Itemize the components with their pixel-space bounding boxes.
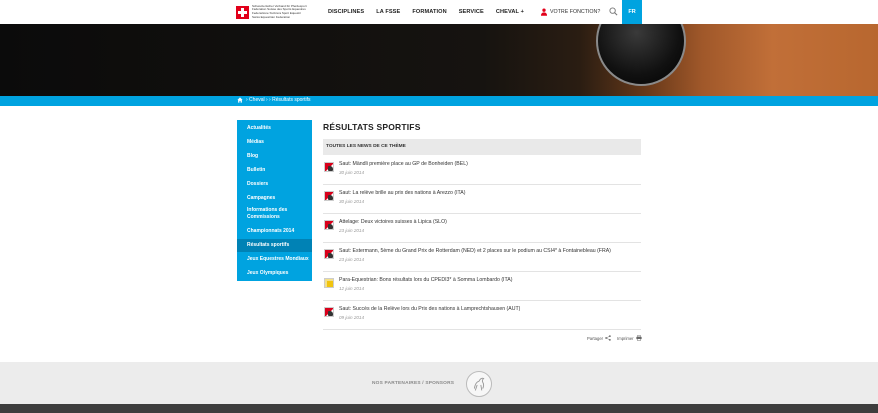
saut-icon — [324, 162, 334, 172]
partners-label: NOS PARTENAIRES / SPONSORS — [372, 381, 455, 386]
votre-fonction-label: VOTRE FONCTION? — [550, 9, 601, 15]
section-title: TOUTES LES NEWS DE CE THÈME — [326, 144, 406, 149]
news-date: 09 juin 2014 — [339, 315, 365, 320]
news-title[interactable]: Para-Equestrian: Bons résultats lors du … — [339, 277, 512, 283]
news-title[interactable]: Saut: La relève brille au prix des natio… — [339, 190, 465, 196]
sidebar-item-medias[interactable]: Médias — [237, 138, 312, 147]
print-icon[interactable] — [635, 335, 642, 341]
breadcrumb-bar: › Cheval › › Résultats sportifs — [0, 96, 878, 106]
saut-icon — [324, 307, 334, 317]
news-date: 12 juin 2014 — [339, 286, 365, 291]
nav-disciplines[interactable]: DISCIPLINES — [328, 9, 364, 15]
nav-service[interactable]: SERVICE — [459, 9, 484, 15]
news-item[interactable]: Saut: Estermann, 5ème du Grand Prix de R… — [323, 243, 641, 272]
saut-icon — [324, 249, 334, 259]
sidebar-item-blog[interactable]: Blog — [237, 152, 312, 161]
news-date: 30 juin 2014 — [339, 170, 365, 175]
news-date: 23 juin 2014 — [339, 257, 365, 262]
logo-text: Schweizerischer Verband für Pferdesport … — [252, 4, 307, 19]
sidebar-item-dossiers[interactable]: Dossiers — [237, 180, 312, 189]
hero-banner — [0, 24, 878, 96]
news-item[interactable]: Saut: Mändli première place au GP de Bon… — [323, 156, 641, 185]
news-item[interactable]: Saut: La relève brille au prix des natio… — [323, 185, 641, 214]
news-item[interactable]: Attelage: Deux victoires suisses à Lipic… — [323, 214, 641, 243]
news-title[interactable]: Attelage: Deux victoires suisses à Lipic… — [339, 219, 447, 225]
share-icon[interactable] — [605, 335, 611, 341]
nav-cheval[interactable]: CHEVAL + — [496, 9, 524, 15]
section-header: TOUTES LES NEWS DE CE THÈME — [323, 139, 641, 155]
sidebar-item-commissions[interactable]: Commissions — [237, 214, 312, 221]
swiss-cross-icon — [236, 5, 249, 19]
news-item[interactable]: Para-Equestrian: Bons résultats lors du … — [323, 272, 641, 301]
saut-icon — [324, 191, 334, 201]
site-header: Schweizerischer Verband für Pferdesport … — [0, 0, 878, 24]
bottom-bar — [0, 404, 878, 413]
news-title[interactable]: Saut: Mändli première place au GP de Bon… — [339, 161, 468, 167]
fsse-logo[interactable]: Schweizerischer Verband für Pferdesport … — [236, 3, 312, 21]
home-icon[interactable] — [237, 97, 243, 103]
para-equestrian-icon — [324, 278, 334, 288]
sidebar-item-campagnes[interactable]: Campagnes — [237, 194, 312, 203]
attelage-icon — [324, 220, 334, 230]
share-print-bar: Partager Imprimer — [587, 335, 648, 341]
sidebar-item-actualites[interactable]: Actualités — [237, 124, 312, 133]
sponsor-logo[interactable] — [466, 371, 492, 397]
news-item[interactable]: Saut: Succès de la Relève lors du Prix d… — [323, 301, 641, 330]
page-title: RÉSULTATS SPORTIFS — [323, 122, 421, 132]
sidebar-item-informations[interactable]: Informations des — [237, 207, 312, 214]
sidebar: Actualités Médias Blog Bulletin Dossiers… — [237, 120, 312, 281]
print-label[interactable]: Imprimer — [617, 336, 634, 341]
news-date: 23 juin 2014 — [339, 228, 365, 233]
logo-line: Swiss Equestrian Federation — [252, 14, 291, 19]
votre-fonction-button[interactable]: VOTRE FONCTION? — [541, 8, 600, 16]
language-label: FR — [628, 9, 636, 15]
nav-la-fsse[interactable]: LA FSSE — [376, 9, 400, 15]
breadcrumb: › Cheval › › Résultats sportifs — [237, 97, 310, 103]
horse-eye-image — [596, 24, 686, 86]
main-nav: DISCIPLINES LA FSSE FORMATION SERVICE CH… — [328, 0, 536, 24]
sidebar-item-jeux-equestres[interactable]: Jeux Equestres Mondiaux — [237, 255, 312, 264]
search-icon[interactable] — [609, 7, 618, 16]
partners-footer: NOS PARTENAIRES / SPONSORS — [0, 362, 878, 404]
language-switch[interactable]: FR — [622, 0, 642, 24]
breadcrumb-path[interactable]: › Cheval › › Résultats sportifs — [246, 97, 310, 103]
sidebar-item-bulletin[interactable]: Bulletin — [237, 166, 312, 175]
news-date: 30 juin 2014 — [339, 199, 365, 204]
user-icon — [541, 8, 547, 16]
sidebar-item-resultats-sportifs[interactable]: Résultats sportifs — [237, 239, 312, 252]
horse-rider-icon — [473, 377, 485, 391]
nav-formation[interactable]: FORMATION — [412, 9, 446, 15]
sidebar-item-jeux-olympiques[interactable]: Jeux Olympiques — [237, 269, 312, 278]
news-title[interactable]: Saut: Estermann, 5ème du Grand Prix de R… — [339, 248, 611, 254]
news-title[interactable]: Saut: Succès de la Relève lors du Prix d… — [339, 306, 520, 312]
share-label[interactable]: Partager — [587, 336, 603, 341]
sidebar-item-championnats[interactable]: Championnats 2014 — [237, 227, 312, 236]
